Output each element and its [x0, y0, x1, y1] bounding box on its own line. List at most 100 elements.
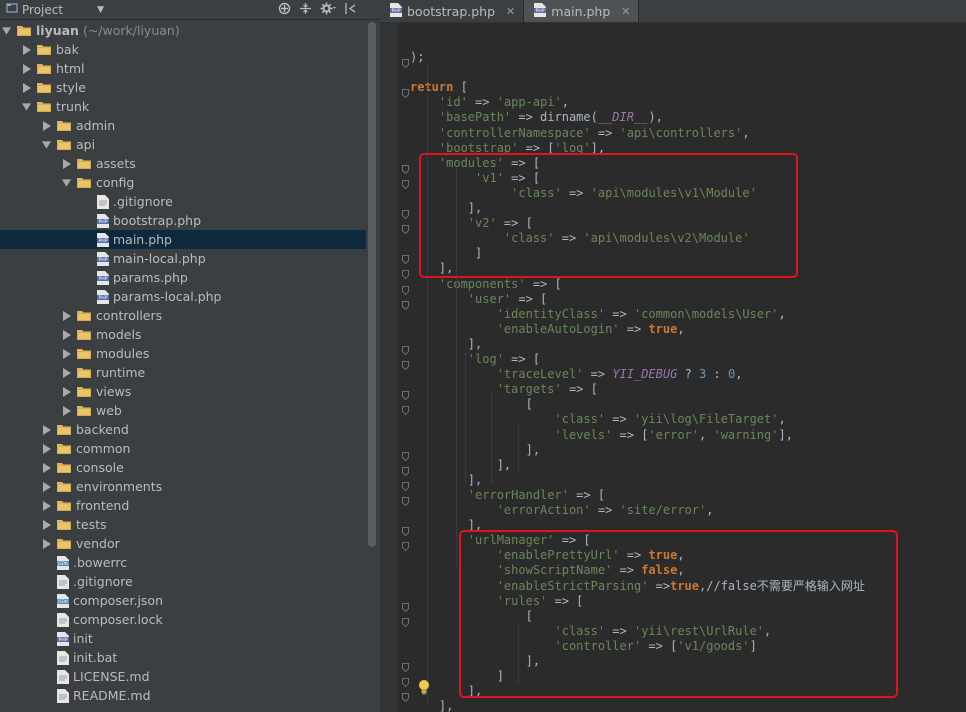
tree-item[interactable]: PHP init [0, 629, 366, 648]
collapsed-arrow-icon[interactable] [62, 154, 71, 173]
fold-marker-icon[interactable] [402, 461, 409, 476]
fold-marker-icon[interactable] [402, 219, 409, 235]
fold-marker-icon[interactable] [402, 249, 409, 265]
tree-item[interactable]: views [0, 382, 366, 401]
tree-item[interactable]: runtime [0, 363, 366, 382]
hide-panel-icon[interactable] [344, 2, 357, 18]
tree-item[interactable]: JSON .bowerrc [0, 553, 366, 572]
collapsed-arrow-icon[interactable] [62, 401, 71, 420]
fold-marker-icon[interactable] [402, 536, 409, 552]
tree-item[interactable]: admin [0, 116, 366, 135]
tree-item[interactable]: README.md [0, 686, 366, 705]
collapsed-arrow-icon[interactable] [42, 420, 51, 439]
project-view-selector[interactable]: Project ▼ [6, 2, 104, 17]
gear-icon[interactable] [320, 2, 336, 18]
tree-item[interactable]: init.bat [0, 648, 366, 667]
fold-marker-icon[interactable] [402, 597, 409, 612]
tree-item[interactable]: console [0, 458, 366, 477]
tree-item-label: init [73, 631, 93, 646]
collapsed-arrow-icon[interactable] [42, 116, 51, 135]
tree-item[interactable]: PHP params.php [0, 268, 366, 287]
fold-marker-icon[interactable] [402, 295, 409, 310]
fold-marker-icon[interactable] [402, 521, 409, 537]
tree-item[interactable]: frontend [0, 496, 366, 515]
tree-item[interactable]: backend [0, 420, 366, 439]
collapsed-arrow-icon[interactable] [62, 306, 71, 325]
tree-item[interactable]: LICENSE.md [0, 667, 366, 686]
close-icon[interactable]: ✕ [621, 5, 630, 18]
collapsed-arrow-icon[interactable] [42, 477, 51, 496]
tree-item-label: composer.json [73, 593, 164, 608]
collapsed-arrow-icon[interactable] [42, 458, 51, 477]
tree-item[interactable]: PHP params-local.php [0, 287, 366, 306]
tree-item[interactable]: composer.lock [0, 610, 366, 629]
fold-marker-icon[interactable] [402, 491, 409, 507]
collapsed-arrow-icon[interactable] [62, 325, 71, 344]
fold-marker-icon[interactable] [402, 446, 409, 461]
collapsed-arrow-icon[interactable] [22, 78, 31, 97]
close-icon[interactable]: ✕ [506, 5, 515, 18]
fold-marker-icon[interactable] [402, 340, 409, 356]
expanded-arrow-icon[interactable] [22, 97, 31, 116]
collapsed-arrow-icon[interactable] [42, 496, 51, 515]
fold-marker-icon[interactable] [402, 83, 409, 99]
fold-marker-icon[interactable] [402, 476, 409, 492]
tree-item[interactable]: models [0, 325, 366, 344]
tree-item[interactable]: PHP main.php [0, 230, 366, 249]
tree-item[interactable]: api [0, 135, 366, 154]
tree-item[interactable]: JSON composer.json [0, 591, 366, 610]
code-token: __DIR__ [597, 110, 649, 125]
fold-marker-icon[interactable] [402, 53, 409, 69]
collapse-all-icon[interactable] [299, 2, 312, 18]
tree-item[interactable]: PHP bootstrap.php [0, 211, 366, 230]
lightbulb-icon[interactable] [418, 679, 430, 695]
fold-marker-icon[interactable] [402, 174, 409, 190]
tree-item[interactable]: .gitignore [0, 192, 366, 211]
tree-item[interactable]: config [0, 173, 366, 192]
tree-item[interactable]: modules [0, 344, 366, 363]
folder-icon [77, 348, 91, 359]
tree-item[interactable]: environments [0, 477, 366, 496]
tree-item[interactable]: PHP main-local.php [0, 249, 366, 268]
collapsed-arrow-icon[interactable] [62, 382, 71, 401]
tree-item[interactable]: liyuan (~/work/liyuan) [0, 21, 366, 40]
collapsed-arrow-icon[interactable] [42, 515, 51, 534]
collapsed-arrow-icon[interactable] [42, 439, 51, 458]
fold-marker-icon[interactable] [402, 159, 409, 174]
tree-item[interactable]: style [0, 78, 366, 97]
tree-item[interactable]: assets [0, 154, 366, 173]
expanded-arrow-icon[interactable] [2, 21, 11, 40]
collapsed-arrow-icon[interactable] [22, 40, 31, 59]
fold-marker-icon[interactable] [402, 280, 409, 295]
code-token: => [590, 125, 620, 140]
tree-item[interactable]: .gitignore [0, 572, 366, 591]
fold-marker-icon[interactable] [402, 204, 409, 220]
tree-item[interactable]: web [0, 401, 366, 420]
tree-item[interactable]: bak [0, 40, 366, 59]
project-tree-scrollbar[interactable] [368, 22, 376, 547]
editor-tab[interactable]: PHP bootstrap.php ✕ [380, 0, 525, 22]
code-line: 'targets' => [ [410, 382, 598, 397]
tree-item[interactable]: controllers [0, 306, 366, 325]
collapsed-arrow-icon[interactable] [22, 59, 31, 78]
collapsed-arrow-icon[interactable] [62, 344, 71, 363]
editor-tab[interactable]: PHP main.php ✕ [524, 0, 640, 22]
fold-marker-icon[interactable] [402, 355, 409, 371]
expanded-arrow-icon[interactable] [62, 173, 71, 192]
collapsed-arrow-icon[interactable] [62, 363, 71, 382]
tree-item[interactable]: tests [0, 515, 366, 534]
scroll-from-source-icon[interactable] [278, 2, 291, 18]
fold-marker-icon[interactable] [402, 657, 409, 673]
fold-marker-icon[interactable] [402, 264, 409, 280]
collapsed-arrow-icon[interactable] [42, 534, 51, 553]
tree-item[interactable]: common [0, 439, 366, 458]
fold-marker-icon[interactable] [402, 400, 409, 416]
tree-item[interactable]: trunk [0, 97, 366, 116]
expanded-arrow-icon[interactable] [42, 135, 51, 154]
tree-item[interactable]: html [0, 59, 366, 78]
fold-marker-icon[interactable] [402, 672, 409, 688]
fold-marker-icon[interactable] [402, 687, 409, 703]
tree-item[interactable]: vendor [0, 534, 366, 553]
fold-marker-icon[interactable] [402, 612, 409, 627]
fold-marker-icon[interactable] [402, 385, 409, 401]
